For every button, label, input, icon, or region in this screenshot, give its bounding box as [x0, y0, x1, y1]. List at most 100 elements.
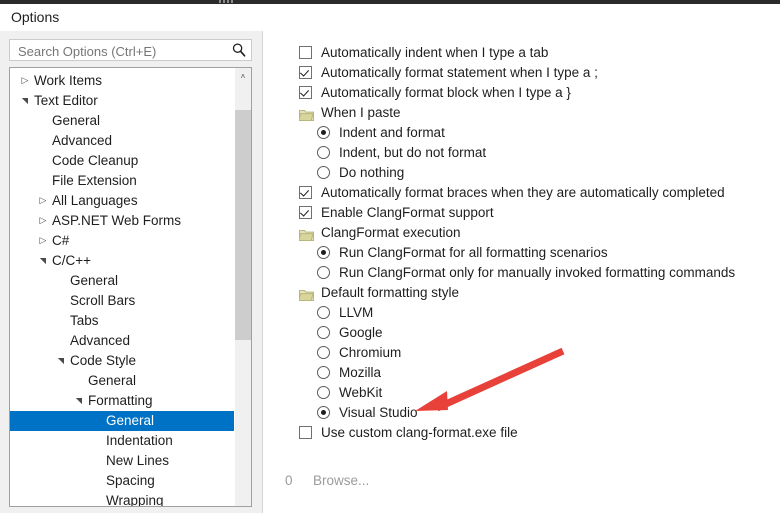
- expander-collapsed-icon[interactable]: ▷: [18, 71, 32, 91]
- option-label: WebKit: [339, 385, 383, 400]
- option-label: Use custom clang-format.exe file: [321, 425, 518, 440]
- tree-item-label: Spacing: [106, 473, 155, 488]
- search-options-box[interactable]: [9, 39, 252, 62]
- tree-item-label: Formatting: [88, 393, 153, 408]
- expander-collapsed-icon[interactable]: ▷: [36, 191, 50, 211]
- radio-visual-studio[interactable]: [317, 406, 330, 419]
- option-label: Visual Studio: [339, 405, 418, 420]
- radio-webkit[interactable]: [317, 386, 330, 399]
- option-label: Mozilla: [339, 365, 382, 380]
- folder-icon: [298, 287, 314, 301]
- expander-collapsed-icon[interactable]: ▷: [36, 231, 50, 251]
- tree-item-label: Wrapping: [106, 493, 164, 507]
- chrome-dots: [219, 0, 233, 3]
- option-label: Automatically format braces when they ar…: [321, 185, 725, 200]
- tree-item-code-style[interactable]: ◢ Code Style: [10, 351, 234, 371]
- checkbox-automatically-indent-when-i-type-a-tab[interactable]: [299, 46, 312, 59]
- tree-item-scroll-bars[interactable]: Scroll Bars: [10, 291, 234, 311]
- tree-item-label: Code Style: [70, 353, 137, 368]
- expander-expanded-icon[interactable]: ◢: [51, 354, 71, 368]
- tree-item-asp-net-web-forms[interactable]: ▷ ASP.NET Web Forms: [10, 211, 234, 231]
- option-label: Default formatting style: [321, 285, 460, 300]
- expander-expanded-icon[interactable]: ◢: [15, 94, 35, 108]
- tree-item-file-extension[interactable]: File Extension: [10, 171, 234, 191]
- tree-item-label: Work Items: [34, 73, 103, 88]
- tree-item-c[interactable]: ▷ C#: [10, 231, 234, 251]
- options-tree[interactable]: ▷ Work Items ◢ Text Editor General Advanced Co…: [10, 68, 234, 507]
- option-label: LLVM: [339, 305, 374, 320]
- expander-expanded-icon[interactable]: ◢: [69, 394, 89, 408]
- checkbox-enable-clangformat-support[interactable]: [299, 206, 312, 219]
- tree-item-wrapping[interactable]: Wrapping: [10, 491, 234, 507]
- tree-item-label: ASP.NET Web Forms: [52, 213, 182, 228]
- radio-google[interactable]: [317, 326, 330, 339]
- scrollbar-thumb[interactable]: [235, 110, 251, 340]
- radio-chromium[interactable]: [317, 346, 330, 359]
- folder-icon: [298, 227, 314, 241]
- option-label: Enable ClangFormat support: [321, 205, 494, 220]
- tree-item-work-items[interactable]: ▷ Work Items: [10, 71, 234, 91]
- tree-item-general[interactable]: General: [10, 371, 234, 391]
- radio-indent-but-do-not-format[interactable]: [317, 146, 330, 159]
- option-label: Automatically format statement when I ty…: [321, 65, 598, 80]
- tree-item-label: General: [88, 373, 137, 388]
- option-label: ClangFormat execution: [321, 225, 461, 240]
- tree-item-general[interactable]: General: [10, 111, 234, 131]
- checkbox-automatically-format-braces-when-they-are-automa[interactable]: [299, 186, 312, 199]
- tree-scrollbar[interactable]: ˄: [234, 68, 251, 506]
- option-label: Run ClangFormat for all formatting scena…: [339, 245, 608, 260]
- tree-item-indentation[interactable]: Indentation: [10, 431, 234, 451]
- search-icon[interactable]: [231, 42, 247, 58]
- radio-llvm[interactable]: [317, 306, 330, 319]
- tree-item-new-lines[interactable]: New Lines: [10, 451, 234, 471]
- radio-do-nothing[interactable]: [317, 166, 330, 179]
- scroll-up-button[interactable]: ˄: [235, 68, 251, 85]
- tree-item-text-editor[interactable]: ◢ Text Editor: [10, 91, 234, 111]
- checkbox-use-custom-clang-format-exe-file[interactable]: [299, 426, 312, 439]
- expander-collapsed-icon[interactable]: ▷: [36, 211, 50, 231]
- tree-item-code-cleanup[interactable]: Code Cleanup: [10, 151, 234, 171]
- tree-item-label: Text Editor: [34, 93, 98, 108]
- tree-item-all-languages[interactable]: ▷ All Languages: [10, 191, 234, 211]
- option-label: Automatically indent when I type a tab: [321, 45, 549, 60]
- option-label: Chromium: [339, 345, 402, 360]
- option-label: Indent, but do not format: [339, 145, 487, 160]
- option-label: When I paste: [321, 105, 401, 120]
- dialog-titlebar: Options: [0, 4, 780, 31]
- tree-item-formatting[interactable]: ◢ Formatting: [10, 391, 234, 411]
- tree-item-label: Indentation: [106, 433, 173, 448]
- options-tree-panel[interactable]: ▷ Work Items ◢ Text Editor General Advanced Co…: [9, 67, 252, 507]
- option-label: Do nothing: [339, 165, 405, 180]
- tree-item-label: Advanced: [52, 133, 113, 148]
- tree-item-label: All Languages: [52, 193, 138, 208]
- radio-run-clangformat-for-all-formatting-scenarios[interactable]: [317, 246, 330, 259]
- radio-mozilla[interactable]: [317, 366, 330, 379]
- radio-run-clangformat-only-for-manually-invoked-format[interactable]: [317, 266, 330, 279]
- tree-item-label: File Extension: [52, 173, 137, 188]
- tree-item-label: New Lines: [106, 453, 170, 468]
- search-input[interactable]: [16, 40, 225, 62]
- tree-item-label: General: [70, 273, 119, 288]
- checkbox-automatically-format-statement-when-i-type-a[interactable]: [299, 66, 312, 79]
- expander-expanded-icon[interactable]: ◢: [33, 254, 53, 268]
- tree-item-label: Tabs: [70, 313, 99, 328]
- tree-item-tabs[interactable]: Tabs: [10, 311, 234, 331]
- dialog-body: ▷Work Items◢Text EditorGeneralAdvancedCo…: [0, 31, 780, 513]
- tree-item-c-c[interactable]: ◢ C/C++: [10, 251, 234, 271]
- folder-icon: [298, 107, 314, 121]
- option-label: Run ClangFormat only for manually invoke…: [339, 265, 736, 280]
- radio-indent-and-format[interactable]: [317, 126, 330, 139]
- options-right-pane: Automatically indent when I type a tab Au…: [262, 31, 780, 513]
- tree-item-general[interactable]: General: [10, 271, 234, 291]
- tree-item-label: C#: [52, 233, 70, 248]
- dialog-title: Options: [11, 9, 60, 25]
- tree-item-spacing[interactable]: Spacing: [10, 471, 234, 491]
- tree-item-advanced[interactable]: Advanced: [10, 331, 234, 351]
- tree-item-label: Scroll Bars: [70, 293, 136, 308]
- tree-item-label: Code Cleanup: [52, 153, 139, 168]
- tree-item-advanced[interactable]: Advanced: [10, 131, 234, 151]
- tree-item-label: General: [52, 113, 101, 128]
- browse-button[interactable]: Browse...: [313, 471, 369, 491]
- tree-item-general[interactable]: General: [10, 411, 234, 431]
- checkbox-automatically-format-block-when-i-type-a[interactable]: [299, 86, 312, 99]
